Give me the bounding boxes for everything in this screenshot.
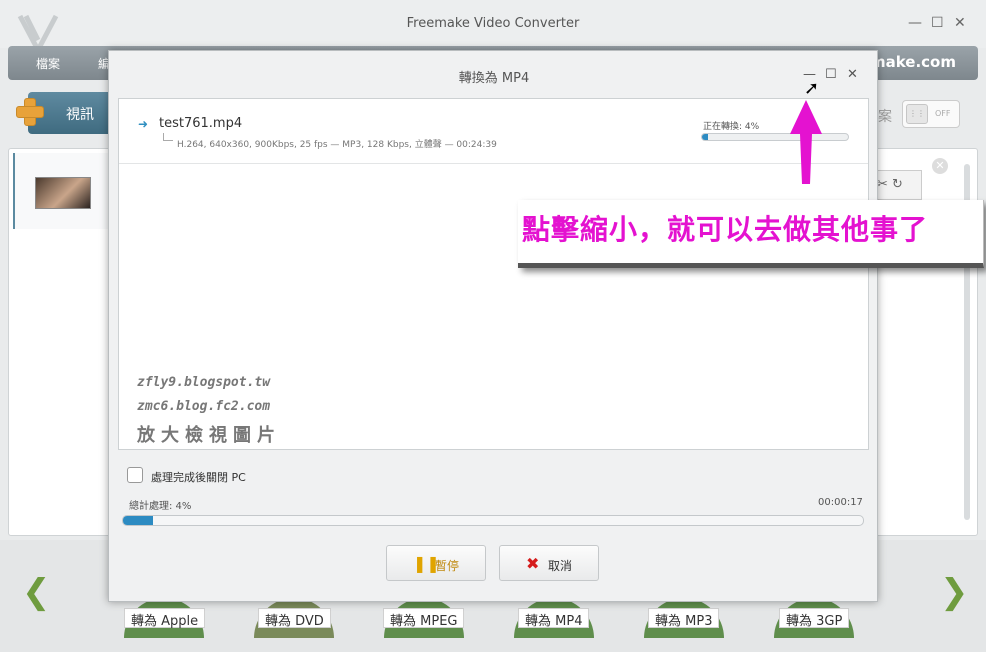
item-progress-fill [702, 134, 708, 140]
item-status: 正在轉換: 4% [703, 122, 760, 132]
plus-icon [14, 96, 44, 126]
total-progress-fill [123, 516, 153, 525]
tree-line [163, 133, 173, 141]
shutdown-checkbox[interactable] [127, 467, 143, 483]
convert-dvd-button[interactable]: 轉為 DVD [258, 608, 331, 629]
grid-icon: ⋮⋮ [906, 104, 928, 124]
menu-file[interactable]: 檔案 [36, 55, 60, 72]
watermark-line-2: zmc6.blog.fc2.com [137, 399, 271, 414]
item-progress-bar [701, 133, 849, 141]
toggle-switch[interactable]: ⋮⋮ OFF [902, 100, 960, 128]
app-title: Freemake Video Converter [406, 16, 580, 31]
convert-mp4-button[interactable]: 轉為 MP4 [518, 608, 590, 629]
toggle-state: OFF [935, 109, 951, 118]
annotation-text: 點擊縮小，就可以去做其他事了 [522, 213, 929, 246]
next-arrow-icon[interactable]: ❯ [940, 572, 969, 612]
cancel-label: 取消 [548, 559, 573, 573]
dialog-close-button[interactable]: ✕ [847, 67, 858, 82]
prev-arrow-icon[interactable]: ❮ [22, 572, 51, 612]
conversion-list: ➜ test761.mp4 H.264, 640x360, 900Kbps, 2… [118, 98, 869, 450]
annotation-arrow-icon [790, 100, 822, 184]
convert-3gp-button[interactable]: 轉為 3GP [779, 608, 850, 629]
file-name: test761.mp4 [159, 116, 243, 131]
mouse-cursor-icon: ➚ [804, 78, 820, 99]
toolbar-right-label: 案 [878, 109, 892, 125]
file-row[interactable] [13, 153, 113, 229]
watermark-line-3: 放大檢視圖片 [137, 425, 281, 446]
convert-mpeg-button[interactable]: 轉為 MPEG [383, 608, 465, 629]
watermark-line-1: zfly9.blogspot.tw [137, 375, 271, 390]
cancel-x-icon: ✖ [526, 554, 540, 573]
brand-link[interactable]: make.com [870, 53, 956, 71]
add-video-label: 視訊 [66, 107, 94, 123]
convert-dialog: 轉換為 MP4 — ☐ ✕ ➜ test761.mp4 H.264, 640x3… [108, 50, 878, 602]
convert-mp3-button[interactable]: 轉為 MP3 [648, 608, 720, 629]
shutdown-label: 處理完成後關閉 PC [151, 471, 246, 484]
convert-apple-button[interactable]: 轉為 Apple [124, 608, 206, 629]
close-button[interactable]: ✕ [954, 15, 966, 31]
arrow-right-icon: ➜ [138, 117, 149, 131]
minimize-button[interactable]: — [908, 15, 922, 31]
cancel-button[interactable]: ✖ 取消 [499, 545, 599, 581]
dialog-maximize-button[interactable]: ☐ [825, 67, 837, 82]
app-titlebar: Freemake Video Converter — ☐ ✕ [0, 0, 986, 54]
maximize-button[interactable]: ☐ [931, 15, 944, 31]
elapsed-time: 00:00:17 [818, 497, 863, 508]
file-details: H.264, 640x360, 900Kbps, 25 fps — MP3, 1… [177, 140, 497, 150]
divider [119, 163, 868, 164]
video-thumbnail [35, 177, 91, 209]
pause-button[interactable]: ❚❚ 暫停 [386, 545, 486, 581]
dialog-title: 轉換為 MP4 [458, 71, 530, 86]
remove-file-icon[interactable]: ✕ [932, 158, 948, 174]
total-progress-label: 總計處理: 4% [129, 501, 192, 512]
pause-label: 暫停 [435, 559, 460, 573]
total-progress-bar [122, 515, 864, 526]
annotation-callout: 點擊縮小，就可以去做其他事了 [518, 200, 984, 268]
